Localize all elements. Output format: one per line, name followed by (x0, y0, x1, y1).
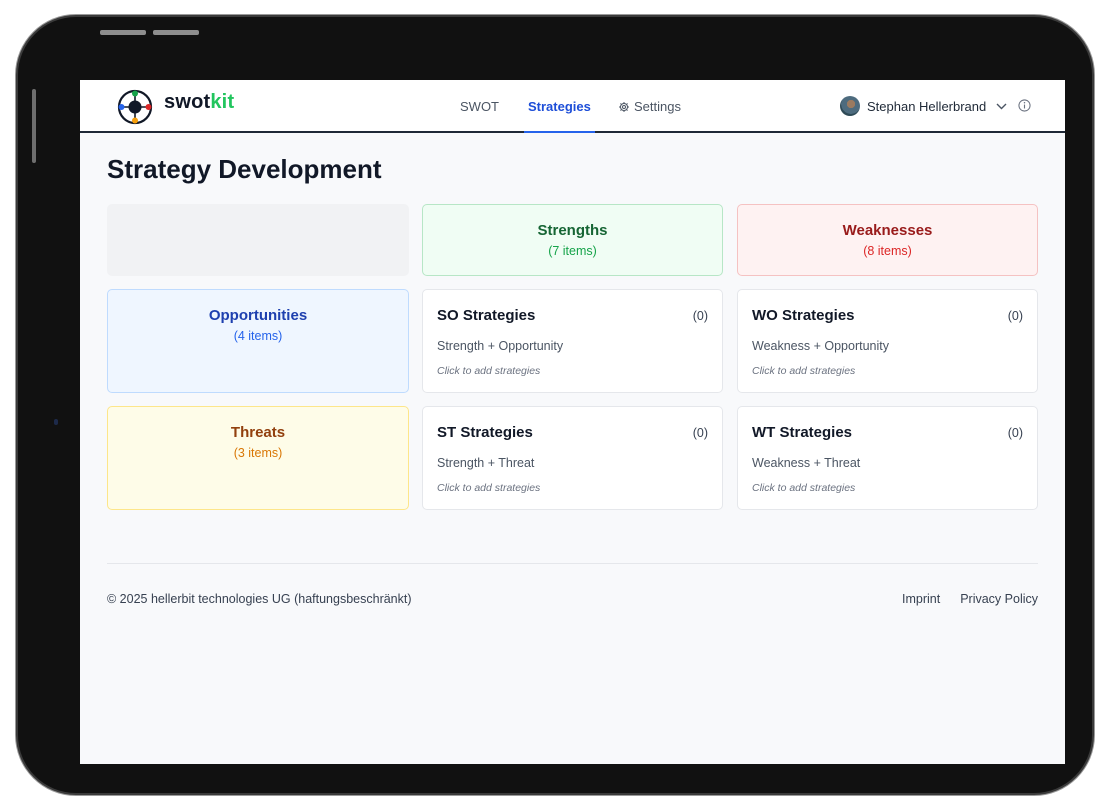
strategy-title: ST Strategies (437, 424, 533, 441)
gear-icon (618, 101, 630, 113)
nav-swot[interactable]: SWOT (460, 80, 499, 133)
volume-button (153, 30, 199, 35)
chevron-down-icon (996, 103, 1007, 110)
strategy-title: WT Strategies (752, 424, 853, 441)
app-screen: swotkit SWOT Strategies Settings Stephan… (80, 80, 1065, 764)
strategy-count: (0) (692, 426, 708, 440)
info-icon[interactable] (1018, 99, 1031, 112)
opportunities-count: (4 items) (233, 329, 283, 343)
threats-label: Threats (230, 424, 286, 441)
strategy-hint: Click to add strategies (752, 482, 856, 494)
strategy-count: (0) (692, 309, 708, 323)
strategy-description: Weakness + Threat (752, 456, 861, 470)
swotkit-logo-icon (117, 89, 153, 125)
privacy-policy-link[interactable]: Privacy Policy (960, 592, 1038, 606)
footer-links: Imprint Privacy Policy (902, 592, 1038, 606)
opportunities-label: Opportunities (208, 307, 308, 324)
page-title: Strategy Development (107, 154, 382, 184)
strategy-title: WO Strategies (752, 307, 855, 324)
power-button (32, 89, 36, 163)
strategy-description: Strength + Threat (437, 456, 535, 470)
nav-settings[interactable]: Settings (618, 80, 681, 133)
nav-strategies-label: Strategies (528, 99, 591, 114)
opportunities-header[interactable]: Opportunities (4 items) (107, 289, 409, 393)
brand-name[interactable]: swotkit (164, 91, 234, 114)
strategy-hint: Click to add strategies (752, 365, 856, 377)
strategy-title: SO Strategies (437, 307, 536, 324)
wo-strategies-card[interactable]: WO Strategies (0) Weakness + Opportunity… (737, 289, 1038, 393)
weaknesses-label: Weaknesses (842, 222, 933, 239)
strategy-description: Weakness + Opportunity (752, 339, 889, 353)
so-strategies-card[interactable]: SO Strategies (0) Strength + Opportunity… (422, 289, 723, 393)
nav-settings-label: Settings (634, 99, 681, 114)
user-menu[interactable]: Stephan Hellerbrand (840, 96, 1007, 116)
footer-divider (107, 563, 1038, 564)
nav-strategies[interactable]: Strategies (524, 80, 595, 133)
avatar (840, 96, 860, 116)
strategy-count: (0) (1007, 309, 1023, 323)
strengths-count: (7 items) (548, 244, 597, 258)
brand-part-swot: swot (164, 91, 211, 113)
user-name: Stephan Hellerbrand (867, 98, 987, 114)
strategy-hint: Click to add strategies (437, 365, 541, 377)
strategy-count: (0) (1007, 426, 1023, 440)
st-strategies-card[interactable]: ST Strategies (0) Strength + Threat Clic… (422, 406, 723, 510)
strengths-header[interactable]: Strengths (7 items) (422, 204, 723, 276)
strategy-description: Strength + Opportunity (437, 339, 564, 353)
threats-header[interactable]: Threats (3 items) (107, 406, 409, 510)
camera (54, 419, 58, 425)
active-tab-indicator (524, 131, 595, 133)
top-navbar: swotkit SWOT Strategies Settings Stephan… (80, 80, 1065, 133)
volume-button (100, 30, 146, 35)
weaknesses-count: (8 items) (863, 244, 912, 258)
weaknesses-header[interactable]: Weaknesses (8 items) (737, 204, 1038, 276)
nav-swot-label: SWOT (460, 99, 499, 114)
brand-part-kit: kit (210, 91, 235, 113)
imprint-link[interactable]: Imprint (902, 592, 940, 606)
strengths-label: Strengths (537, 222, 608, 239)
threats-count: (3 items) (233, 446, 283, 460)
tablet-frame: swotkit SWOT Strategies Settings Stephan… (18, 17, 1092, 793)
copyright-text: © 2025 hellerbit technologies UG (haftun… (107, 592, 412, 606)
strategy-hint: Click to add strategies (437, 482, 541, 494)
wt-strategies-card[interactable]: WT Strategies (0) Weakness + Threat Clic… (737, 406, 1038, 510)
matrix-corner-cell (107, 204, 409, 276)
